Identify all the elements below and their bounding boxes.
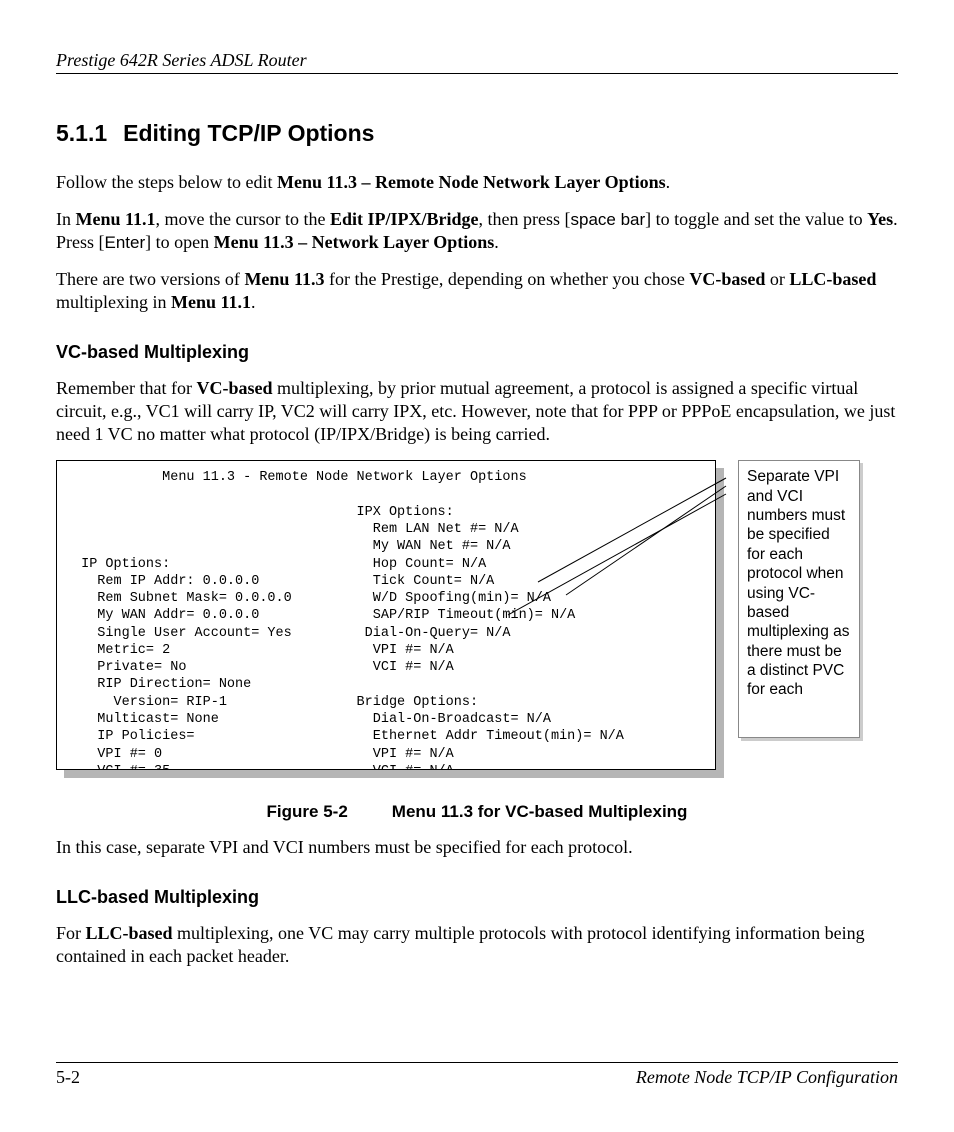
page-footer: 5-2 Remote Node TCP/IP Configuration xyxy=(56,1062,898,1088)
running-header: Prestige 642R Series ADSL Router xyxy=(56,50,898,74)
vc-heading: VC-based Multiplexing xyxy=(56,342,898,363)
terminal-menu-11-3: Menu 11.3 - Remote Node Network Layer Op… xyxy=(56,460,716,770)
intro-paragraph-1: Follow the steps below to edit Menu 11.3… xyxy=(56,171,898,194)
vc-paragraph: Remember that for VC-based multiplexing,… xyxy=(56,377,898,446)
figure-caption: Figure 5-2 Menu 11.3 for VC-based Multipl… xyxy=(56,802,898,822)
page-number: 5-2 xyxy=(56,1067,80,1088)
intro-paragraph-3: There are two versions of Menu 11.3 for … xyxy=(56,268,898,314)
figure-title: Menu 11.3 for VC-based Multiplexing xyxy=(392,802,688,821)
footer-chapter: Remote Node TCP/IP Configuration xyxy=(636,1067,898,1088)
figure-row: Menu 11.3 - Remote Node Network Layer Op… xyxy=(56,460,898,770)
side-note-callout: Separate VPI and VCI numbers must be spe… xyxy=(738,460,860,738)
llc-paragraph: For LLC-based multiplexing, one VC may c… xyxy=(56,922,898,968)
section-number: 5.1.1 xyxy=(56,120,107,146)
llc-heading: LLC-based Multiplexing xyxy=(56,887,898,908)
intro-paragraph-2: In Menu 11.1, move the cursor to the Edi… xyxy=(56,208,898,254)
after-figure-paragraph: In this case, separate VPI and VCI numbe… xyxy=(56,836,898,859)
section-title: Editing TCP/IP Options xyxy=(123,120,374,146)
terminal-wrap: Menu 11.3 - Remote Node Network Layer Op… xyxy=(56,460,716,770)
section-heading: 5.1.1 Editing TCP/IP Options xyxy=(56,120,898,147)
page: Prestige 642R Series ADSL Router 5.1.1 Ed… xyxy=(0,0,954,1132)
figure-number: Figure 5-2 xyxy=(267,802,348,821)
